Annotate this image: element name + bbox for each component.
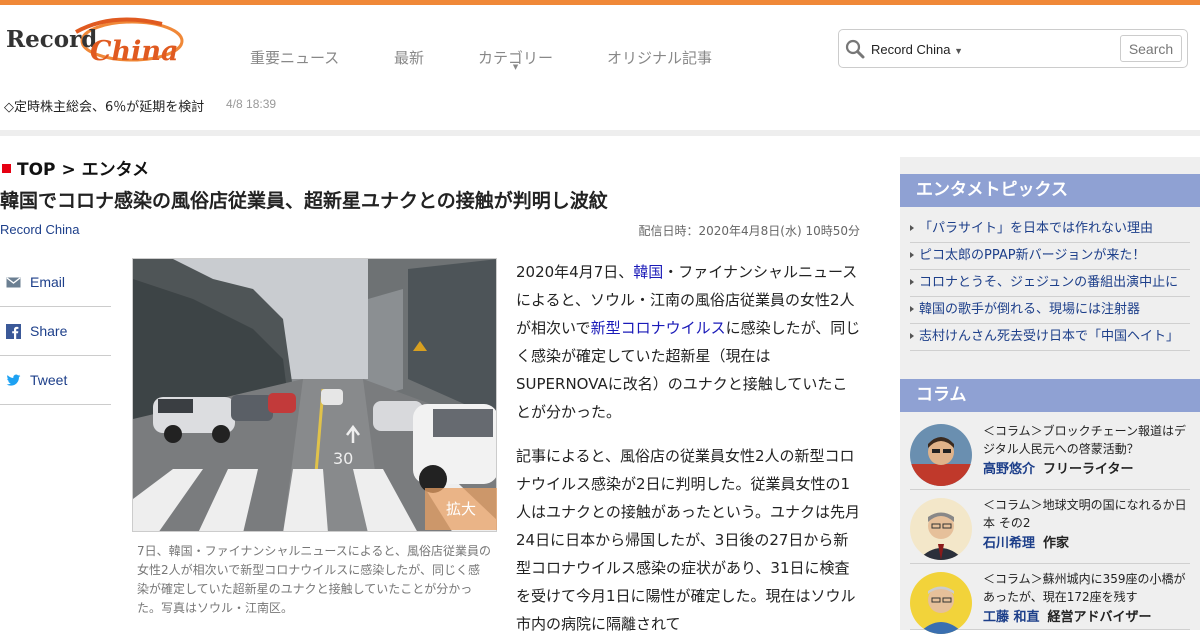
article-paragraph-1: 2020年4月7日、韓国・ファイナンシャルニュースによると、ソウル・江南の風俗店…: [516, 258, 862, 426]
arrow-right-icon: [910, 306, 914, 312]
nav-category[interactable]: カテゴリー ▼: [478, 47, 553, 71]
search-icon: [845, 39, 865, 59]
top-accent-bar: [0, 0, 1200, 5]
arrow-right-icon: [910, 279, 914, 285]
search-scope-select[interactable]: Record China ▼: [871, 42, 963, 57]
topic-item[interactable]: 志村けんさん死去受け日本で「中国ヘイト」: [910, 324, 1190, 351]
topic-item[interactable]: コロナとうそ、ジェジュンの番組出演中止に: [910, 270, 1190, 297]
author-avatar: [910, 424, 972, 486]
arrow-right-icon: [910, 333, 914, 339]
breadcrumb-category-link[interactable]: エンタメ: [82, 160, 150, 180]
topic-item[interactable]: 韓国の歌手が倒れる、現場には注射器: [910, 297, 1190, 324]
column-item[interactable]: ＜コラム＞ブロックチェーン報道はデジタル人民元への啓蒙活動？ 高野悠介 フリーライ…: [910, 418, 1190, 490]
breadcrumb-marker-icon: [2, 164, 11, 173]
author-avatar: [910, 572, 972, 634]
arrow-right-icon: [910, 252, 914, 258]
share-facebook-label: Share: [30, 323, 68, 339]
column-header: コラム: [900, 379, 1200, 412]
keyword-link-coronavirus[interactable]: 新型コロナウイルス: [591, 319, 726, 337]
author-name: 石川希理: [983, 536, 1036, 551]
article-title: 韓国でコロナ感染の風俗店従業員、超新星ユナクとの接触が判明し波紋: [0, 190, 608, 212]
article-date: 配信日時：2020年4月8日(水) 10時50分: [638, 224, 860, 238]
article-paragraph-2: 記事によると、風俗店の従業員女性2人の新型コロナウイルス感染が2日に判明した。従…: [516, 447, 860, 633]
zoom-button[interactable]: 拡大: [425, 488, 497, 530]
share-facebook-button[interactable]: Share: [0, 307, 111, 356]
column-title: ＜コラム＞蘇州城内に359座の小橋があったが、現在172座を残す: [983, 572, 1186, 604]
column-title: ＜コラム＞地球文明の国になれるか日本 その2: [983, 498, 1187, 530]
author-avatar: [910, 498, 972, 560]
news-ticker-time: 4/8 18:39: [226, 97, 277, 111]
road-marking-30: 30: [333, 449, 353, 468]
breadcrumb: TOP > エンタメ: [2, 155, 149, 180]
column-item[interactable]: ＜コラム＞地球文明の国になれるか日本 その2 石川希理 作家: [910, 492, 1190, 564]
breadcrumb-separator: >: [61, 160, 76, 180]
column-author: 石川希理 作家: [983, 532, 1193, 551]
column-author: 高野悠介 フリーライター: [983, 458, 1193, 477]
photo-caption: 7日、韓国・ファイナンシャルニュースによると、風俗店従業員の女性2人が相次いで新…: [137, 544, 491, 615]
search-scope-label: Record China: [871, 42, 951, 57]
svg-text:Record: Record: [6, 26, 97, 53]
nav-original-articles[interactable]: オリジナル記事: [607, 47, 712, 68]
search-box: Record China ▼ Search: [838, 29, 1188, 68]
column-item[interactable]: ＜コラム＞蘇州城内に359座の小橋があったが、現在172座を残す 工藤 和直 経営…: [910, 566, 1193, 634]
svg-text:China: China: [90, 36, 179, 67]
topic-label: 志村けんさん死去受け日本で「中国ヘイト」: [919, 329, 1180, 344]
breadcrumb-top-link[interactable]: TOP: [17, 160, 56, 180]
topic-label: 韓国の歌手が倒れる、現場には注射器: [919, 302, 1141, 317]
keyword-link-korea[interactable]: 韓国: [633, 263, 663, 281]
share-email-label: Email: [30, 274, 66, 290]
search-button[interactable]: Search: [1120, 35, 1182, 62]
author-name: 工藤 和直: [983, 610, 1040, 625]
author-role: フリーライター: [1043, 462, 1134, 477]
chevron-down-icon: ▼: [512, 63, 519, 71]
search-input[interactable]: [973, 38, 1123, 60]
twitter-icon: [6, 374, 21, 386]
p1-text-1: 2020年4月7日、: [516, 263, 634, 281]
topic-label: ピコ太郎のPPAP新バージョンが来た！: [919, 248, 1146, 263]
author-name: 高野悠介: [983, 462, 1036, 477]
topic-label: 「パラサイト」を日本では作れない理由: [919, 221, 1154, 236]
nav-latest[interactable]: 最新: [394, 47, 424, 68]
share-twitter-button[interactable]: Tweet: [0, 356, 111, 405]
email-icon: [6, 277, 21, 288]
article-source-link[interactable]: Record China: [0, 222, 80, 237]
nav-important-news[interactable]: 重要ニュース: [250, 47, 339, 68]
entertainment-topics-header: エンタメトピックス: [900, 174, 1200, 207]
topic-label: コロナとうそ、ジェジュンの番組出演中止に: [919, 275, 1179, 290]
caret-down-icon: ▼: [954, 46, 964, 56]
record-china-logo[interactable]: Record China: [4, 14, 190, 72]
column-author: 工藤 和直 経営アドバイザー: [983, 606, 1193, 625]
news-ticker-link[interactable]: ◇定時株主総会、6％が延期を検討: [4, 96, 204, 115]
column-title: ＜コラム＞ブロックチェーン報道はデジタル人民元への啓蒙活動？: [983, 424, 1187, 456]
share-email-button[interactable]: Email: [0, 258, 111, 307]
author-role: 経営アドバイザー: [1047, 610, 1152, 625]
header-divider: [0, 130, 1200, 136]
author-role: 作家: [1043, 536, 1070, 551]
arrow-right-icon: [910, 225, 914, 231]
share-twitter-label: Tweet: [30, 372, 68, 388]
topic-item[interactable]: 「パラサイト」を日本では作れない理由: [910, 216, 1190, 243]
facebook-icon: [6, 324, 21, 339]
topic-item[interactable]: ピコ太郎のPPAP新バージョンが来た！: [910, 243, 1190, 270]
